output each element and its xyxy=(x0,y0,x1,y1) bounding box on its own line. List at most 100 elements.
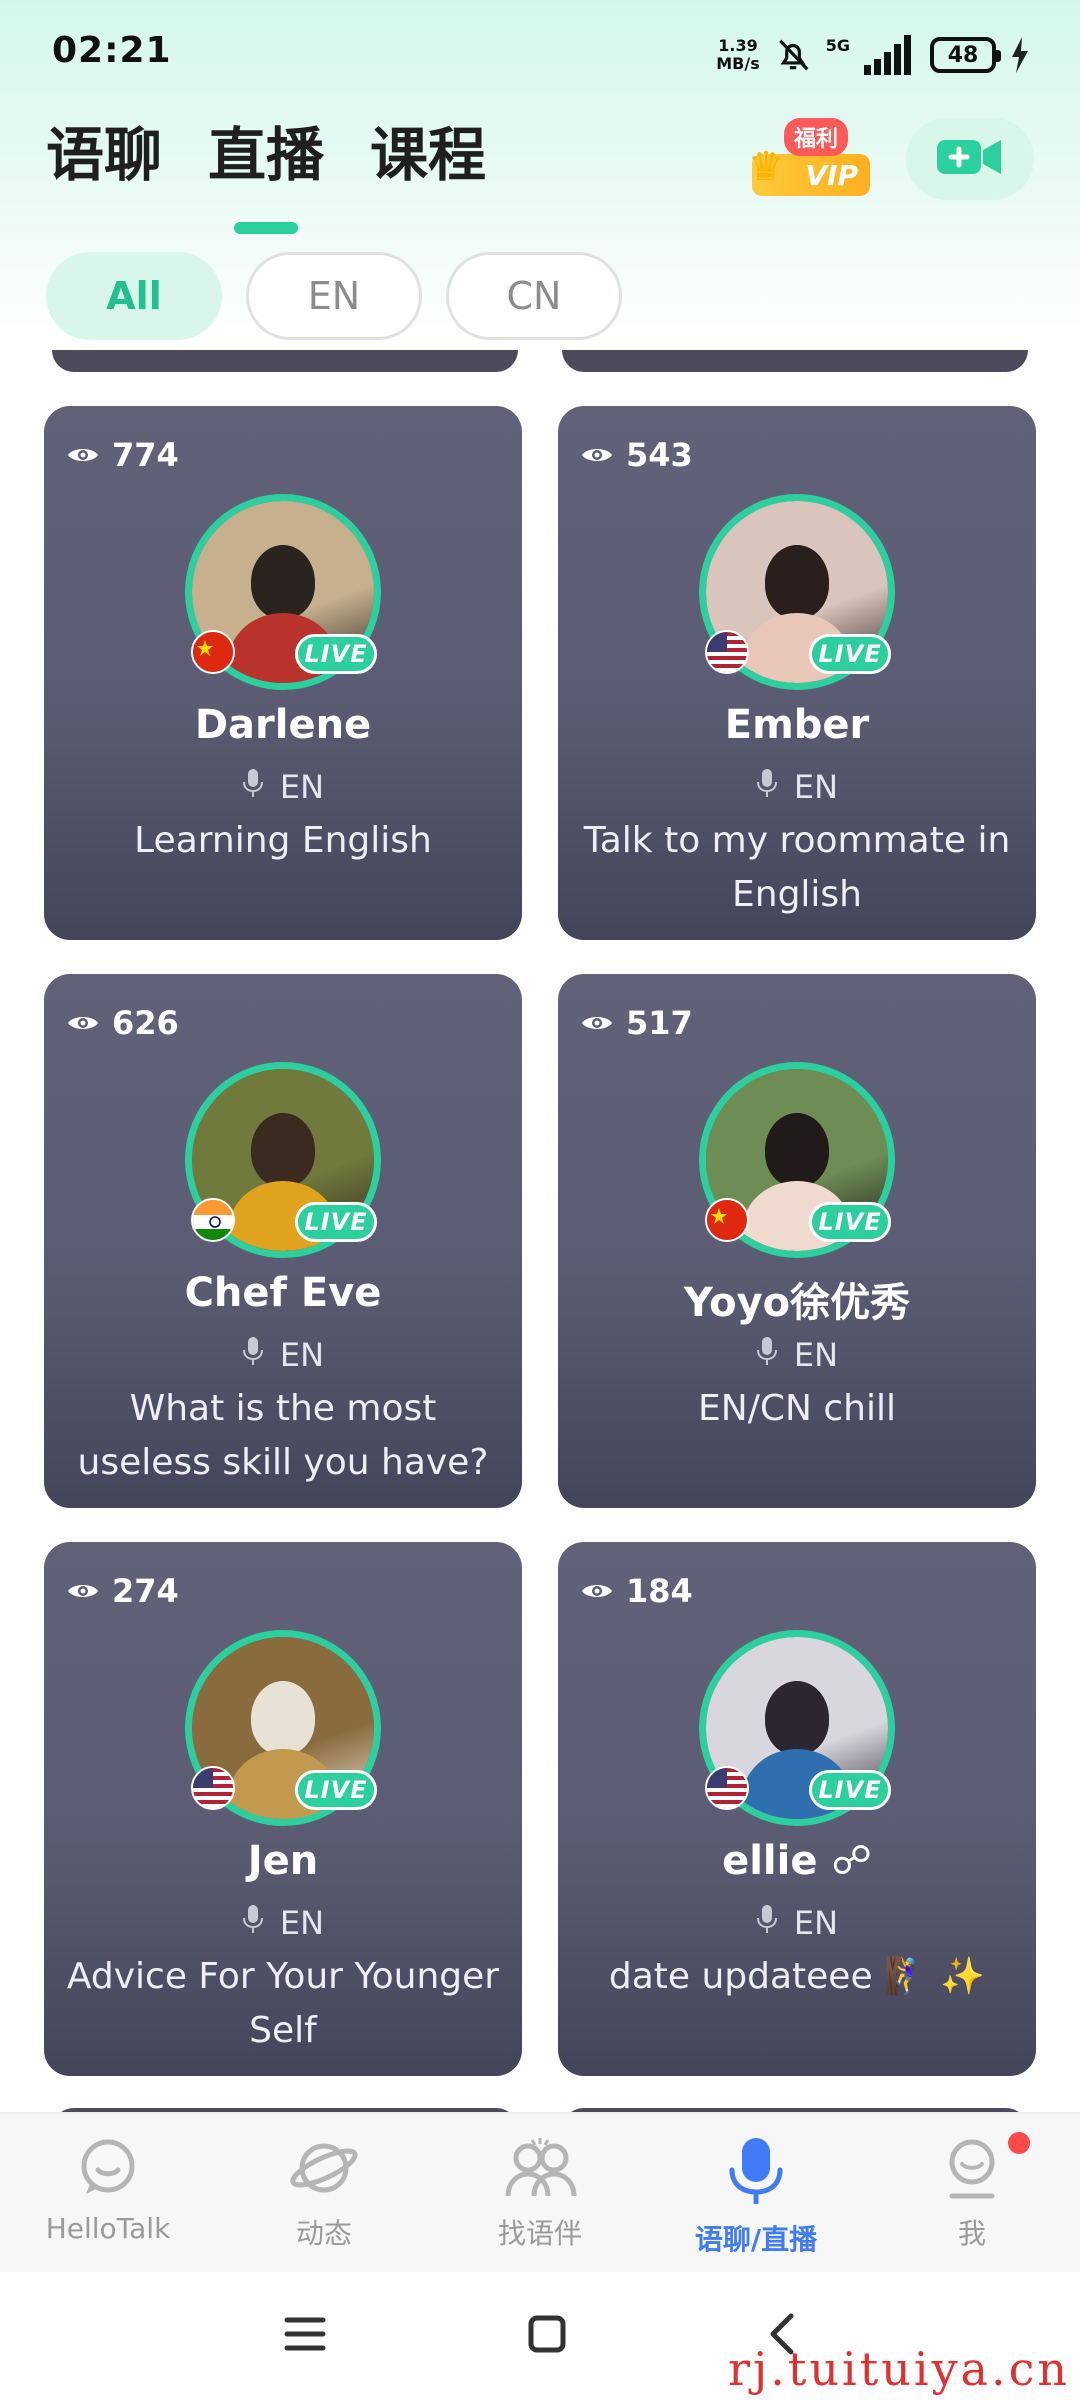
home-square-icon[interactable] xyxy=(527,2314,567,2358)
nav-hellotalk[interactable]: HelloTalk xyxy=(0,2114,216,2272)
eye-icon xyxy=(580,436,614,474)
live-badge: LIVE xyxy=(295,1770,377,1810)
live-room-card[interactable]: 774 LIVE Darlene EN Learning English xyxy=(44,406,522,940)
charging-bolt-icon xyxy=(1010,37,1030,73)
filter-en[interactable]: EN xyxy=(246,252,422,340)
usa-flag-icon xyxy=(705,630,749,674)
tab-courses[interactable]: 课程 xyxy=(370,108,486,192)
nav-moments[interactable]: 动态 xyxy=(216,2114,432,2272)
usa-flag-icon xyxy=(191,1766,235,1810)
filter-cn[interactable]: CN xyxy=(446,252,622,340)
room-title: What is the most useless skill you have? xyxy=(77,1388,489,1483)
live-room-card[interactable]: 543 LIVE Ember EN Talk to my roommate in… xyxy=(558,406,1036,940)
host-avatar-wrap: LIVE xyxy=(185,1062,381,1258)
live-badge: LIVE xyxy=(809,1770,891,1810)
avatar-photo-head xyxy=(251,545,315,619)
host-avatar-wrap: LIVE xyxy=(699,494,895,690)
viewer-count: 774 xyxy=(66,436,179,474)
previous-card-edge xyxy=(52,350,518,372)
watermark: rj.tuituiya.cn xyxy=(728,2342,1070,2396)
microphone-icon xyxy=(756,1336,778,1374)
room-language: EN xyxy=(558,768,1036,806)
nav-label: 找语伴 xyxy=(497,2217,582,2250)
room-language-value: EN xyxy=(793,1904,839,1942)
vip-benefit-tag: 福利 xyxy=(784,118,849,156)
tab-live[interactable]: 直播 xyxy=(208,108,325,234)
nav-label: 动态 xyxy=(295,2217,352,2250)
microphone-icon xyxy=(724,2136,788,2210)
live-room-card[interactable]: 626 LIVE Chef Eve EN What is the most us… xyxy=(44,974,522,1508)
video-camera-add-icon xyxy=(937,136,1003,182)
mute-bell-icon xyxy=(774,36,812,74)
viewer-count-value: 274 xyxy=(112,1572,179,1610)
room-language-value: EN xyxy=(793,1336,839,1374)
host-name: Darlene xyxy=(194,702,372,748)
language-filter: All EN CN xyxy=(46,252,622,340)
host-avatar-wrap: LIVE xyxy=(699,1630,895,1826)
live-badge: LIVE xyxy=(295,634,377,674)
tab-label: 直播 xyxy=(208,121,325,189)
avatar-photo-head xyxy=(765,545,829,619)
live-room-card[interactable]: 184 LIVE ellie ☍ EN date updateee 🧗‍♀️ ✨ xyxy=(558,1542,1036,2076)
filter-all[interactable]: All xyxy=(46,252,222,340)
chat-bubble-icon xyxy=(76,2136,140,2204)
china-flag-icon xyxy=(191,630,235,674)
people-icon xyxy=(502,2136,578,2204)
status-icons: 1.39 MB/s 5G 48 xyxy=(716,30,1030,80)
eye-icon xyxy=(580,1572,614,1610)
nav-label: HelloTalk xyxy=(45,2212,171,2245)
signal-icon xyxy=(864,35,916,75)
microphone-icon xyxy=(756,768,778,806)
microphone-icon xyxy=(242,1336,264,1374)
microphone-icon xyxy=(756,1904,778,1942)
host-name: Ember xyxy=(724,702,870,748)
go-live-button[interactable] xyxy=(906,118,1034,200)
tab-label: 语聊 xyxy=(46,121,163,189)
net-speed: 1.39 MB/s xyxy=(716,37,759,73)
room-language-value: EN xyxy=(279,768,325,806)
room-language-value: EN xyxy=(279,1904,325,1942)
viewer-count: 274 xyxy=(66,1572,179,1610)
room-title: Talk to my roommate in English xyxy=(583,820,1011,915)
room-language-value: EN xyxy=(793,768,839,806)
nav-label: 语聊/直播 xyxy=(694,2223,818,2256)
room-title: date updateee 🧗‍♀️ ✨ xyxy=(608,1956,986,1997)
china-flag-icon xyxy=(705,1198,749,1242)
room-grid: 774 LIVE Darlene EN Learning English 543 xyxy=(44,406,1036,2076)
host-name: Chef Eve xyxy=(184,1270,382,1316)
status-bar: 02:21 1.39 MB/s 5G 48 xyxy=(0,0,1080,110)
vip-button[interactable]: VIP ♛ 福利 xyxy=(748,118,870,198)
tab-voice-chat[interactable]: 语聊 xyxy=(46,108,162,192)
usa-flag-icon xyxy=(705,1766,749,1810)
nav-me[interactable]: 我 xyxy=(864,2114,1080,2272)
avatar-photo-head xyxy=(251,1681,315,1755)
host-name: Jen xyxy=(247,1838,319,1884)
crown-icon: ♛ xyxy=(748,144,784,190)
live-badge: LIVE xyxy=(295,1202,377,1242)
viewer-count-value: 543 xyxy=(626,436,693,474)
live-room-card[interactable]: 517 LIVE Yoyo徐优秀 EN EN/CN chill xyxy=(558,974,1036,1508)
room-language: EN xyxy=(44,1904,522,1942)
eye-icon xyxy=(66,1572,100,1610)
host-name: ellie ☍ xyxy=(722,1838,872,1884)
menu-icon[interactable] xyxy=(283,2314,327,2358)
bottom-navigation: HelloTalk 动态 找语伴 语聊/直播 我 xyxy=(0,2112,1080,2272)
planet-icon xyxy=(289,2136,359,2204)
active-tab-indicator xyxy=(234,222,299,234)
avatar-photo-head xyxy=(765,1113,829,1187)
nav-find-partner[interactable]: 找语伴 xyxy=(432,2114,648,2272)
nav-label: 我 xyxy=(957,2217,986,2250)
viewer-count: 626 xyxy=(66,1004,179,1042)
microphone-icon xyxy=(242,768,264,806)
live-room-card[interactable]: 274 LIVE Jen EN Advice For Your Younger … xyxy=(44,1542,522,2076)
host-name: Yoyo徐优秀 xyxy=(683,1280,911,1326)
nav-voice-live[interactable]: 语聊/直播 xyxy=(648,2114,864,2272)
viewer-count: 184 xyxy=(580,1572,693,1610)
avatar-photo-head xyxy=(251,1113,315,1187)
header-tabs: 语聊 直播 课程 xyxy=(46,108,486,234)
tab-label: 课程 xyxy=(370,121,487,189)
room-language: EN xyxy=(558,1336,1036,1374)
live-room-feed[interactable]: 774 LIVE Darlene EN Learning English 543 xyxy=(0,350,1080,2120)
room-language: EN xyxy=(44,1336,522,1374)
room-language: EN xyxy=(558,1904,1036,1942)
